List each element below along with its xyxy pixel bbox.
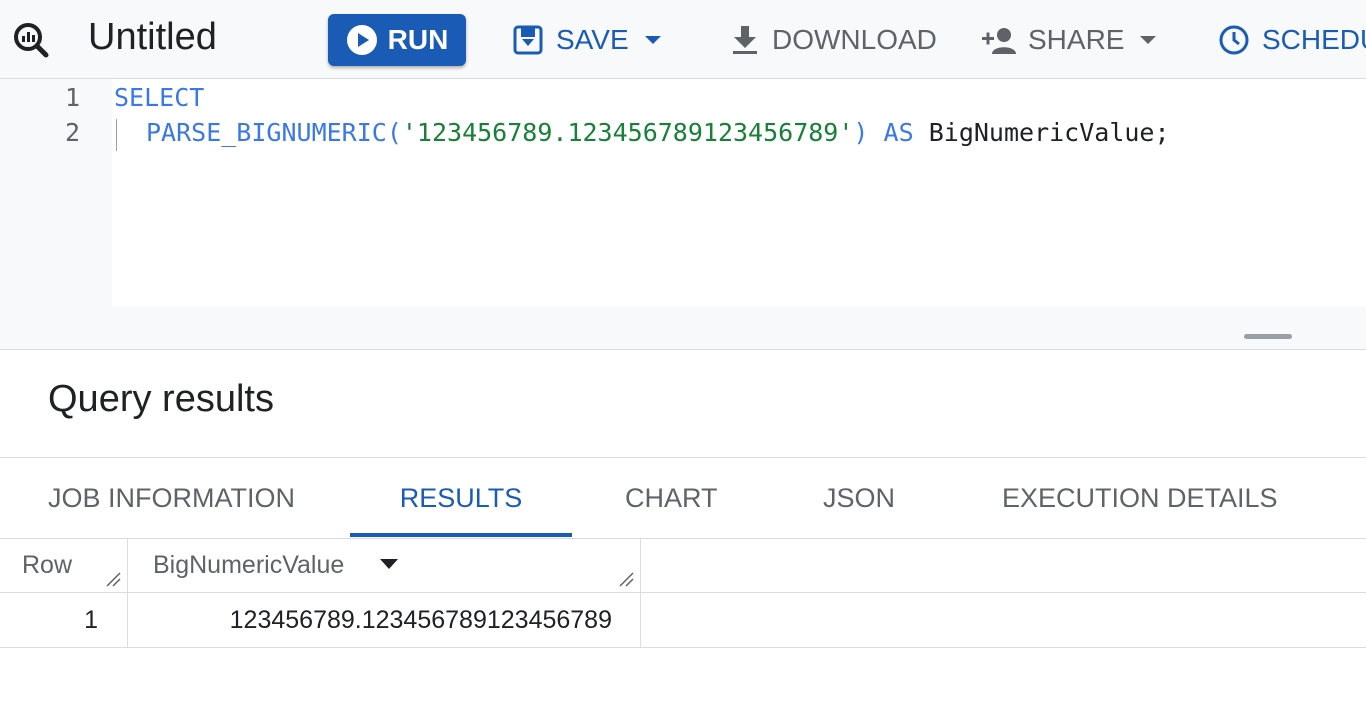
- line-number: 2: [64, 118, 80, 147]
- keyword-as: AS: [883, 118, 914, 147]
- function-parse-bignumeric: PARSE_BIGNUMERIC(: [146, 118, 402, 147]
- share-button[interactable]: SHARE: [980, 14, 1158, 66]
- column-alias: BigNumericValue;: [928, 118, 1170, 147]
- schedule-button[interactable]: SCHEDU: [1218, 14, 1366, 66]
- bignumeric-value-cell[interactable]: 123456789.123456789123456789: [128, 593, 612, 647]
- active-tab-indicator: [350, 533, 572, 537]
- play-icon: [346, 25, 377, 55]
- column-resize-icon[interactable]: [104, 570, 122, 588]
- results-tabs: JOB INFORMATION RESULTS CHART JSON EXECU…: [0, 457, 1366, 539]
- sql-editor[interactable]: 1 2 SELECT PARSE_BIGNUMERIC('123456789.1…: [0, 79, 1366, 350]
- column-separator: [640, 593, 641, 647]
- run-button[interactable]: RUN: [328, 14, 466, 66]
- table-header-row: Row BigNumericValue: [0, 538, 1366, 593]
- save-label: SAVE: [556, 24, 629, 55]
- schedule-label: SCHEDU: [1262, 24, 1366, 55]
- add-person-icon: [982, 28, 1016, 54]
- code-line[interactable]: SELECT: [114, 80, 204, 116]
- column-resize-icon[interactable]: [617, 570, 635, 588]
- tab-results[interactable]: RESULTS: [350, 458, 572, 538]
- toolbar: Untitled RUN SAVE DOWNLOAD SHARE SCHED: [0, 0, 1366, 79]
- string-literal: '123456789.123456789123456789': [401, 118, 854, 147]
- column-separator: [640, 538, 641, 592]
- download-icon: [733, 26, 757, 54]
- column-header-bignumericvalue[interactable]: BigNumericValue: [153, 538, 344, 592]
- indent-guide: [116, 119, 117, 151]
- query-title[interactable]: Untitled: [88, 14, 217, 60]
- code-line[interactable]: PARSE_BIGNUMERIC('123456789.123456789123…: [146, 115, 1170, 151]
- results-table: Row BigNumericValue 1 123456789.12345678…: [0, 538, 1366, 648]
- clock-icon: [1219, 25, 1249, 55]
- editor-text-area[interactable]: SELECT PARSE_BIGNUMERIC('123456789.12345…: [112, 79, 1366, 307]
- row-number-cell: 1: [84, 606, 98, 634]
- query-results-heading: Query results: [48, 378, 274, 420]
- sort-caret-icon[interactable]: [379, 558, 399, 570]
- close-paren: ): [853, 118, 869, 147]
- keyword-select: SELECT: [114, 83, 205, 112]
- tab-chart[interactable]: CHART: [625, 458, 718, 538]
- table-row[interactable]: 1 123456789.123456789123456789: [0, 593, 1366, 648]
- tab-job-information[interactable]: JOB INFORMATION: [48, 458, 295, 538]
- tab-execution-details[interactable]: EXECUTION DETAILS: [1002, 458, 1278, 538]
- caret-down-icon[interactable]: [643, 34, 663, 46]
- save-icon: [513, 25, 543, 55]
- editor-resize-handle[interactable]: [1244, 334, 1292, 339]
- share-label: SHARE: [1028, 24, 1125, 55]
- save-button[interactable]: SAVE: [512, 14, 663, 66]
- tab-json[interactable]: JSON: [823, 458, 895, 538]
- column-header-row: Row: [22, 551, 73, 579]
- caret-down-icon[interactable]: [1138, 34, 1158, 46]
- line-number: 1: [64, 83, 80, 112]
- download-button[interactable]: DOWNLOAD: [730, 14, 937, 66]
- download-label: DOWNLOAD: [772, 24, 937, 55]
- run-label: RUN: [387, 24, 449, 55]
- query-icon: [12, 21, 50, 59]
- column-separator: [127, 538, 128, 592]
